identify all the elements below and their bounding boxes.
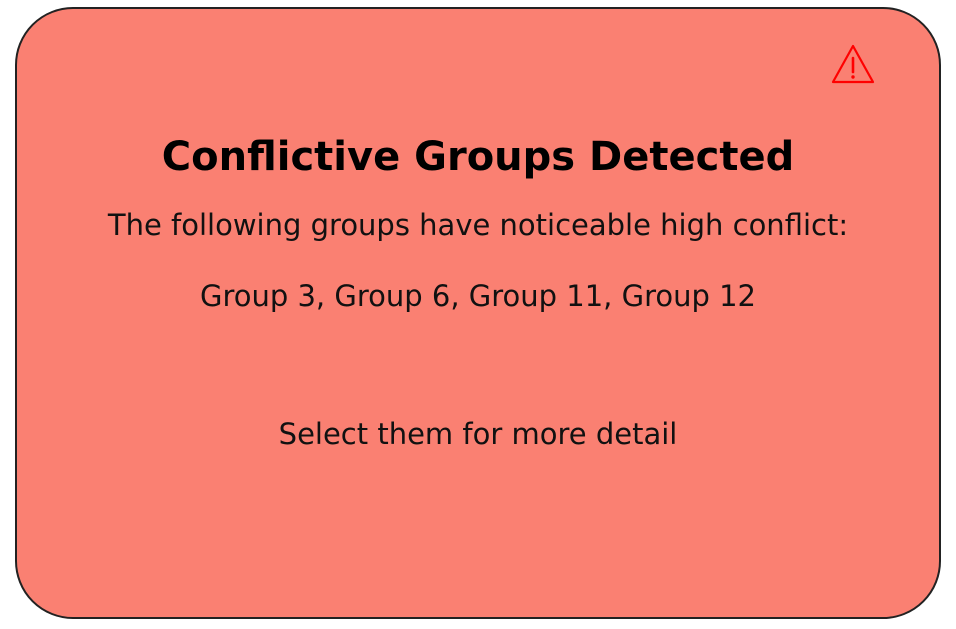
conflict-alert-card: Conflictive Groups Detected The followin…: [15, 7, 941, 619]
alert-title: Conflictive Groups Detected: [161, 134, 795, 180]
select-hint: Select them for more detail: [278, 417, 678, 451]
conflictive-groups-list: Group 3, Group 6, Group 11, Group 12: [199, 279, 757, 313]
alert-message: The following groups have noticeable hig…: [107, 208, 849, 242]
warning-icon: [831, 44, 875, 84]
